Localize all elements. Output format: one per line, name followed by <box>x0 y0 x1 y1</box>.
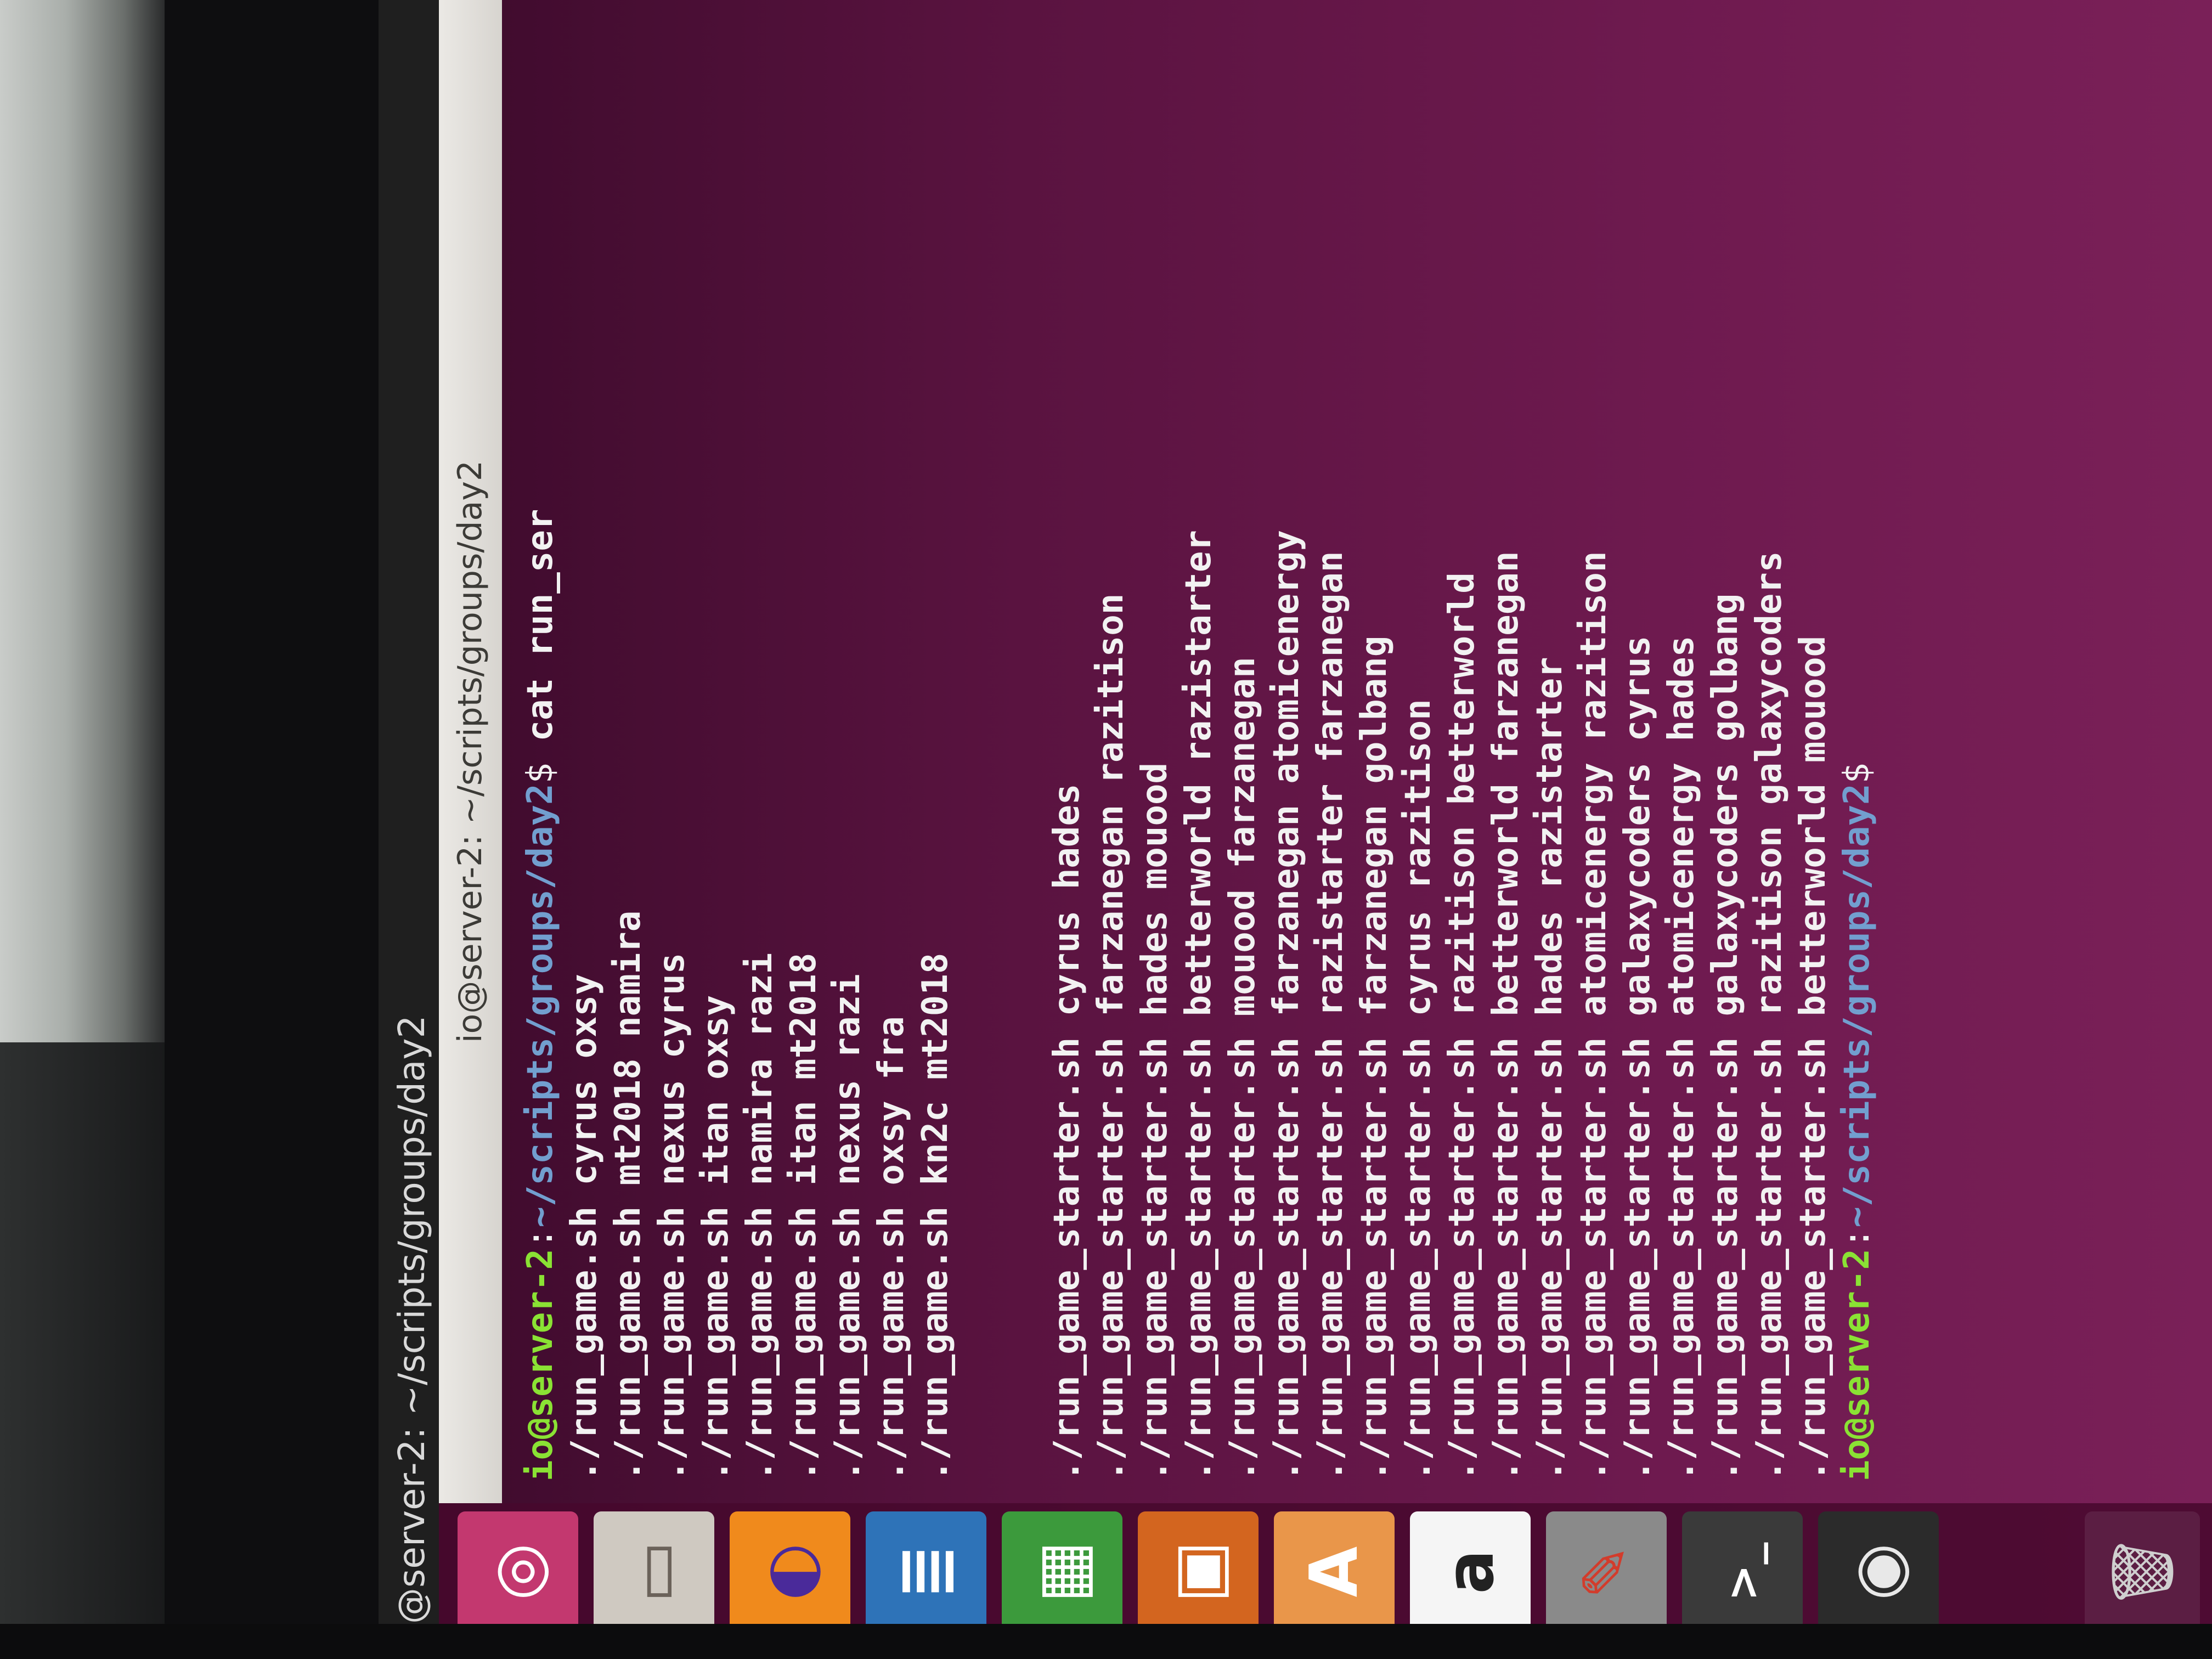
terminal-body[interactable]: io@server-2:~/scripts/groups/day2$ cat r… <box>502 0 2212 1503</box>
output-line: ./run_game_starter.sh razitison galaxyco… <box>1749 551 1790 1481</box>
terminal-title: io@server-2: ~/scripts/groups/day2 <box>451 460 489 1043</box>
launcher-item[interactable]: a <box>1410 1511 1531 1632</box>
final-prompt-path: ~/scripts/groups/day2 <box>1837 783 1877 1228</box>
output-line: ./run_game.sh cyrus oxsy <box>564 974 605 1481</box>
launcher-item[interactable]: >_ <box>1682 1511 1803 1632</box>
prompt-sep: : <box>520 1227 561 1249</box>
output-line: ./run_game_starter.sh betterworld farzan… <box>1486 551 1526 1481</box>
output-line: ./run_game.sh nexus razi <box>827 974 868 1481</box>
terminal-window[interactable]: io@server-2: ~/scripts/groups/day2 io@se… <box>439 0 2212 1503</box>
output-line: ./run_game_starter.sh cyrus razitison <box>1398 699 1438 1481</box>
output-line: ./run_game_starter.sh galaxycoders cyrus <box>1617 635 1658 1481</box>
output-line: ./run_game_starter.sh mouood farzanegan <box>1222 657 1263 1481</box>
output-line: ./run_game_starter.sh razistarter farzan… <box>1310 551 1351 1481</box>
trash-glyph: 🗑 <box>2107 1533 2177 1610</box>
output-line: ./run_game_starter.sh farzanegan atomice… <box>1266 530 1307 1481</box>
libreoffice-calc-icon: ▦ <box>1024 1541 1101 1603</box>
amazon-icon: a <box>1432 1549 1509 1594</box>
launcher-item[interactable]: ▣ <box>1138 1511 1259 1632</box>
final-prompt-line: io@server-2:~/scripts/groups/day2$ <box>1835 22 1879 1481</box>
output-line: ./run_game.sh mt2018 namira <box>608 910 648 1481</box>
desktop: @server-2: ~/scripts/groups/day2 ◎ ▭ ◐ ≣ ▦ ▣ A… <box>379 0 2212 1640</box>
top-panel-title: @server-2: ~/scripts/groups/day2 <box>391 1015 433 1624</box>
output-line: ./run_game_starter.sh farzanegan razitis… <box>1091 593 1131 1481</box>
terminal-icon: >_ <box>1717 1542 1768 1601</box>
output-line: ./run_game_starter.sh betterworld razist… <box>1178 530 1219 1481</box>
ubuntu-logo-icon: ◎ <box>479 1543 556 1601</box>
prompt-dollar: $ <box>520 762 561 784</box>
output-line: ./run_game_starter.sh betterworld mouood <box>1793 635 1833 1481</box>
output-line: ./run_game_starter.sh atomicenergy razit… <box>1573 551 1614 1481</box>
output-line: ./run_game_starter.sh hades razistarter <box>1530 657 1570 1481</box>
output-line: ./run_game_starter.sh atomicenergy hades <box>1661 635 1702 1481</box>
final-prompt-sep: : <box>1837 1227 1877 1249</box>
final-prompt-user-host: io@server-2 <box>1837 1249 1877 1481</box>
output-line: ./run_game_starter.sh galaxycoders golba… <box>1705 593 1746 1481</box>
terminal-output: ./run_game.sh cyrus oxsy ./run_game.sh mt… <box>562 22 1835 1481</box>
output-line: ./run_game_starter.sh farzanegan golbang <box>1354 635 1395 1481</box>
output-line: ./run_game.sh itan oxsy <box>696 995 736 1481</box>
command-text: cat run_ser <box>520 509 561 763</box>
prompt-user-host: io@server-2 <box>520 1249 561 1481</box>
output-line: ./run_game_starter.sh hades mouood <box>1135 762 1175 1481</box>
launcher-item[interactable]: A <box>1274 1511 1395 1632</box>
launcher-item[interactable]: ✎ <box>1546 1511 1667 1632</box>
output-line: ./run_game.sh nexus cyrus <box>652 952 692 1481</box>
trash-icon[interactable]: 🗑 <box>2085 1511 2200 1632</box>
launcher: ◎ ▭ ◐ ≣ ▦ ▣ Aa ✎ >_ ◉ <box>439 1503 2212 1640</box>
output-line: ./run_game.sh itan mt2018 <box>783 952 824 1481</box>
final-prompt-dollar: $ <box>1837 762 1877 784</box>
obs-studio-icon: ◉ <box>1840 1543 1917 1601</box>
desk-edge <box>0 1624 2212 1659</box>
terminal-titlebar[interactable]: io@server-2: ~/scripts/groups/day2 <box>439 0 502 1503</box>
files-icon: ▭ <box>616 1541 692 1603</box>
system-settings-icon: ✎ <box>1568 1544 1645 1600</box>
top-panel: @server-2: ~/scripts/groups/day2 <box>379 0 439 1640</box>
command-line: io@server-2:~/scripts/groups/day2$ cat r… <box>518 22 562 1481</box>
monitor-screen: @server-2: ~/scripts/groups/day2 ◎ ▭ ◐ ≣ ▦ ▣ A… <box>379 0 2212 1640</box>
libreoffice-impress-icon: ▣ <box>1160 1541 1237 1603</box>
launcher-item[interactable]: ◉ <box>1818 1511 1939 1632</box>
libreoffice-writer-icon: ≣ <box>888 1544 964 1600</box>
software-center-icon: A <box>1296 1546 1373 1598</box>
firefox-icon: ◐ <box>752 1543 828 1601</box>
output-line: ./run_game_starter.sh razitison betterwo… <box>1442 572 1482 1481</box>
output-line: ./run_game_starter.sh cyrus hades <box>1047 783 1087 1481</box>
launcher-item[interactable]: ◎ <box>458 1511 578 1632</box>
background-shelf <box>0 1042 165 1659</box>
photo-frame: @server-2: ~/scripts/groups/day2 ◎ ▭ ◐ ≣ ▦ ▣ A… <box>0 0 2212 1659</box>
launcher-item[interactable]: ▦ <box>1002 1511 1122 1632</box>
prompt-path: ~/scripts/groups/day2 <box>520 783 561 1228</box>
output-line: ./run_game.sh namira razi <box>740 952 780 1481</box>
launcher-item[interactable]: ▭ <box>594 1511 714 1632</box>
launcher-item[interactable]: ◐ <box>730 1511 850 1632</box>
output-line: ./run_game.sh oxsy fra <box>871 1016 912 1481</box>
launcher-item[interactable]: ≣ <box>866 1511 986 1632</box>
output-line: ./run_game.sh kn2c mt2018 <box>915 952 956 1481</box>
